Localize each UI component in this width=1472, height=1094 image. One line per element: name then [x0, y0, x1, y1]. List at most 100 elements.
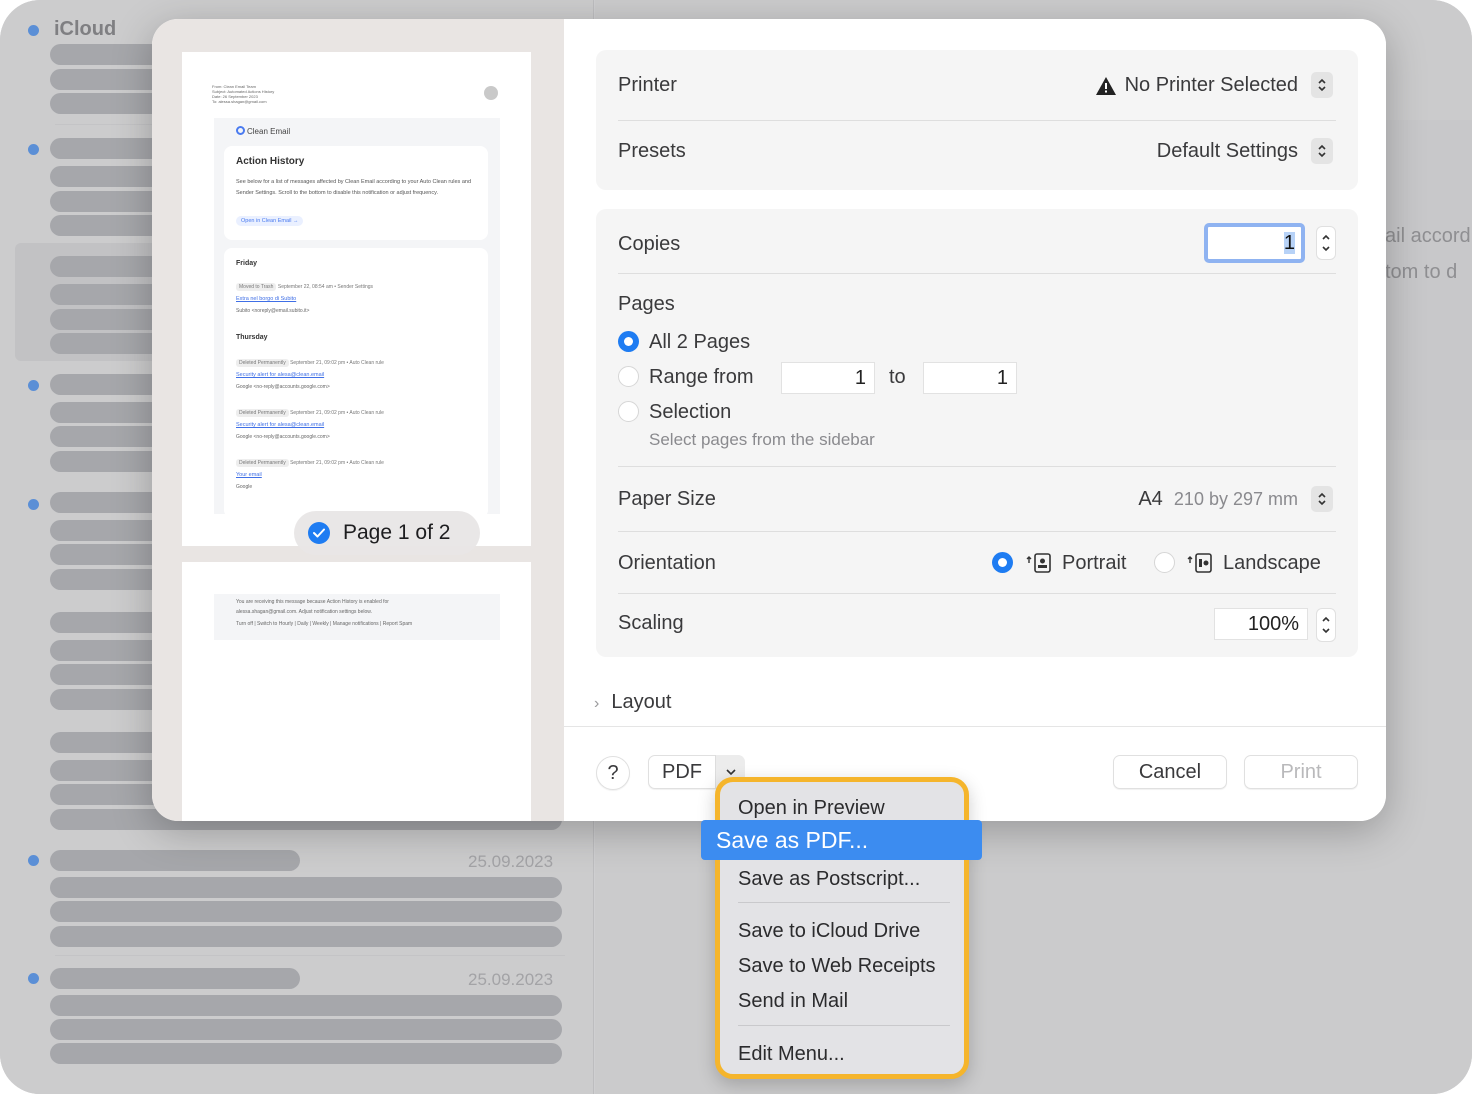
- unread-dot: [28, 144, 39, 155]
- paper-size-chevron-updown-icon[interactable]: [1311, 486, 1333, 512]
- copies-stepper[interactable]: [1316, 226, 1336, 260]
- divider: [55, 955, 565, 956]
- print-label: Print: [1280, 760, 1322, 783]
- printer-select[interactable]: No Printer Selected: [1095, 74, 1298, 97]
- selection-label: Selection: [649, 401, 732, 423]
- landscape-radio[interactable]: [1154, 552, 1175, 573]
- entry-tag: Deleted Permanently: [236, 459, 289, 467]
- email-footer: You are receiving this message because A…: [214, 594, 500, 640]
- entry-meta-text: September 21, 09:02 pm • Auto Clean rule: [290, 360, 384, 366]
- snippet-line: ail accord: [1385, 225, 1471, 247]
- portrait-label: Portrait: [1062, 552, 1127, 574]
- print-dialog: From: Clean Email Team Subject: Automate…: [152, 19, 1386, 821]
- entry-meta: Deleted Permanently September 21, 09:02 …: [236, 359, 384, 367]
- copies-field[interactable]: 1: [1204, 223, 1305, 263]
- scaling-label: Scaling: [618, 612, 684, 634]
- portrait-radio[interactable]: [992, 552, 1013, 573]
- menu-item-save-as-postscript[interactable]: Save as Postscript...: [738, 868, 920, 891]
- print-options-group: Copies 1 Pages All 2 Pages Range from 1 …: [596, 209, 1358, 657]
- entry-subject: Your email: [236, 472, 262, 478]
- divider: [618, 531, 1336, 532]
- printer-group: Printer No Printer Selected Presets Defa…: [596, 50, 1358, 190]
- selection-radio[interactable]: [618, 401, 639, 422]
- menu-item-save-as-pdf[interactable]: Save as PDF...: [701, 820, 982, 860]
- divider: [618, 120, 1336, 121]
- print-button[interactable]: Print: [1244, 755, 1358, 789]
- cancel-button[interactable]: Cancel: [1113, 755, 1227, 789]
- entry-tag: Deleted Permanently: [236, 359, 289, 367]
- entry-meta-text: September 21, 09:02 pm • Auto Clean rule: [290, 410, 384, 416]
- help-button[interactable]: ?: [596, 756, 630, 790]
- page-indicator-label: Page 1 of 2: [343, 521, 451, 544]
- page-thumbnail-2[interactable]: You are receiving this message because A…: [182, 562, 531, 821]
- menu-item-save-to-web-receipts[interactable]: Save to Web Receipts: [738, 955, 936, 978]
- all-pages-radio[interactable]: [618, 331, 639, 352]
- layout-disclosure[interactable]: › Layout: [594, 691, 672, 714]
- entry-meta: Moved to Trash September 22, 08:54 am • …: [236, 283, 373, 291]
- brand: Clean Email: [236, 126, 290, 136]
- header-line: To: alessa.shagan@gmail.com: [212, 99, 267, 104]
- menu-item-save-to-icloud-drive[interactable]: Save to iCloud Drive: [738, 920, 920, 943]
- brand-name: Clean Email: [247, 127, 291, 136]
- page-thumbnail-1[interactable]: From: Clean Email Team Subject: Automate…: [182, 52, 531, 555]
- clean-email-logo-icon: [236, 126, 245, 135]
- entry-subject: Extra nel borgo di Subito: [236, 296, 297, 302]
- portrait-icon: [1026, 553, 1051, 573]
- menu-item-edit-menu[interactable]: Edit Menu...: [738, 1043, 845, 1066]
- copies-label: Copies: [618, 233, 681, 255]
- menu-separator: [738, 1025, 950, 1026]
- unread-dot: [28, 855, 39, 866]
- entry-meta-text: September 21, 09:02 pm • Auto Clean rule: [290, 460, 384, 466]
- paper-size-select[interactable]: A4 210 by 297 mm: [1138, 488, 1298, 511]
- placeholder-bar: [50, 901, 562, 922]
- layout-label: Layout: [611, 691, 672, 713]
- scaling-stepper[interactable]: [1316, 608, 1336, 642]
- placeholder-bar: [50, 926, 562, 947]
- day-heading: Thursday: [236, 334, 268, 341]
- footer-line: You are receiving this message because A…: [236, 599, 389, 605]
- printer-chevron-updown-icon[interactable]: [1311, 72, 1333, 98]
- paper-size-value: A4: [1138, 488, 1163, 510]
- message-date: 25.09.2023: [468, 970, 554, 989]
- email-body: Clean Email Action History See below for…: [214, 118, 500, 518]
- menu-item-send-in-mail[interactable]: Send in Mail: [738, 990, 848, 1013]
- footer-line: alessa.shagan@gmail.com. Adjust notifica…: [236, 609, 372, 615]
- printer-label: Printer: [618, 74, 677, 96]
- orientation-label: Orientation: [618, 552, 716, 574]
- entry-sender: Google <no-reply@accounts.google.com>: [236, 434, 330, 440]
- day-heading: Friday: [236, 260, 258, 267]
- presets-label: Presets: [618, 140, 686, 162]
- range-radio[interactable]: [618, 366, 639, 387]
- entry-subject: Security alert for alesa@clean.email: [236, 422, 325, 428]
- divider: [618, 593, 1336, 594]
- printer-value: No Printer Selected: [1124, 74, 1298, 96]
- all-pages-label: All 2 Pages: [649, 331, 751, 353]
- entry-sender: Subito <noreply@email.subito.it>: [236, 308, 310, 314]
- menu-item-open-in-preview[interactable]: Open in Preview: [738, 797, 885, 820]
- help-icon: ?: [607, 761, 619, 784]
- footer-line: Turn off | Switch to Hourly | Daily | We…: [236, 621, 413, 627]
- history-list-card: Friday Moved to Trash September 22, 08:5…: [224, 248, 488, 518]
- paper-size-label: Paper Size: [618, 488, 716, 510]
- presets-chevron-updown-icon[interactable]: [1311, 138, 1333, 164]
- preview-sidebar: From: Clean Email Team Subject: Automate…: [152, 19, 564, 821]
- divider: [618, 466, 1336, 467]
- range-from-field[interactable]: 1: [781, 362, 875, 394]
- unread-dot: [28, 973, 39, 984]
- print-settings: Printer No Printer Selected Presets Defa…: [564, 19, 1386, 821]
- unread-dot: [28, 25, 39, 36]
- divider: [564, 726, 1386, 727]
- range-label: Range from: [649, 366, 754, 388]
- placeholder-bar: [50, 877, 562, 898]
- scaling-field[interactable]: 100%: [1214, 608, 1308, 640]
- card-text: See below for a list of messages affecte…: [236, 179, 472, 196]
- range-to-label: to: [889, 366, 906, 388]
- checkmark-icon: [308, 522, 330, 544]
- message-date: 25.09.2023: [468, 852, 554, 871]
- open-in-clean-email-link: Open in Clean Email →: [236, 216, 304, 226]
- entry-meta: Deleted Permanently September 21, 09:02 …: [236, 409, 384, 417]
- presets-select[interactable]: Default Settings: [1157, 140, 1298, 163]
- landscape-icon: [1187, 553, 1212, 573]
- range-to-field[interactable]: 1: [923, 362, 1017, 394]
- entry-meta: Deleted Permanently September 21, 09:02 …: [236, 459, 384, 467]
